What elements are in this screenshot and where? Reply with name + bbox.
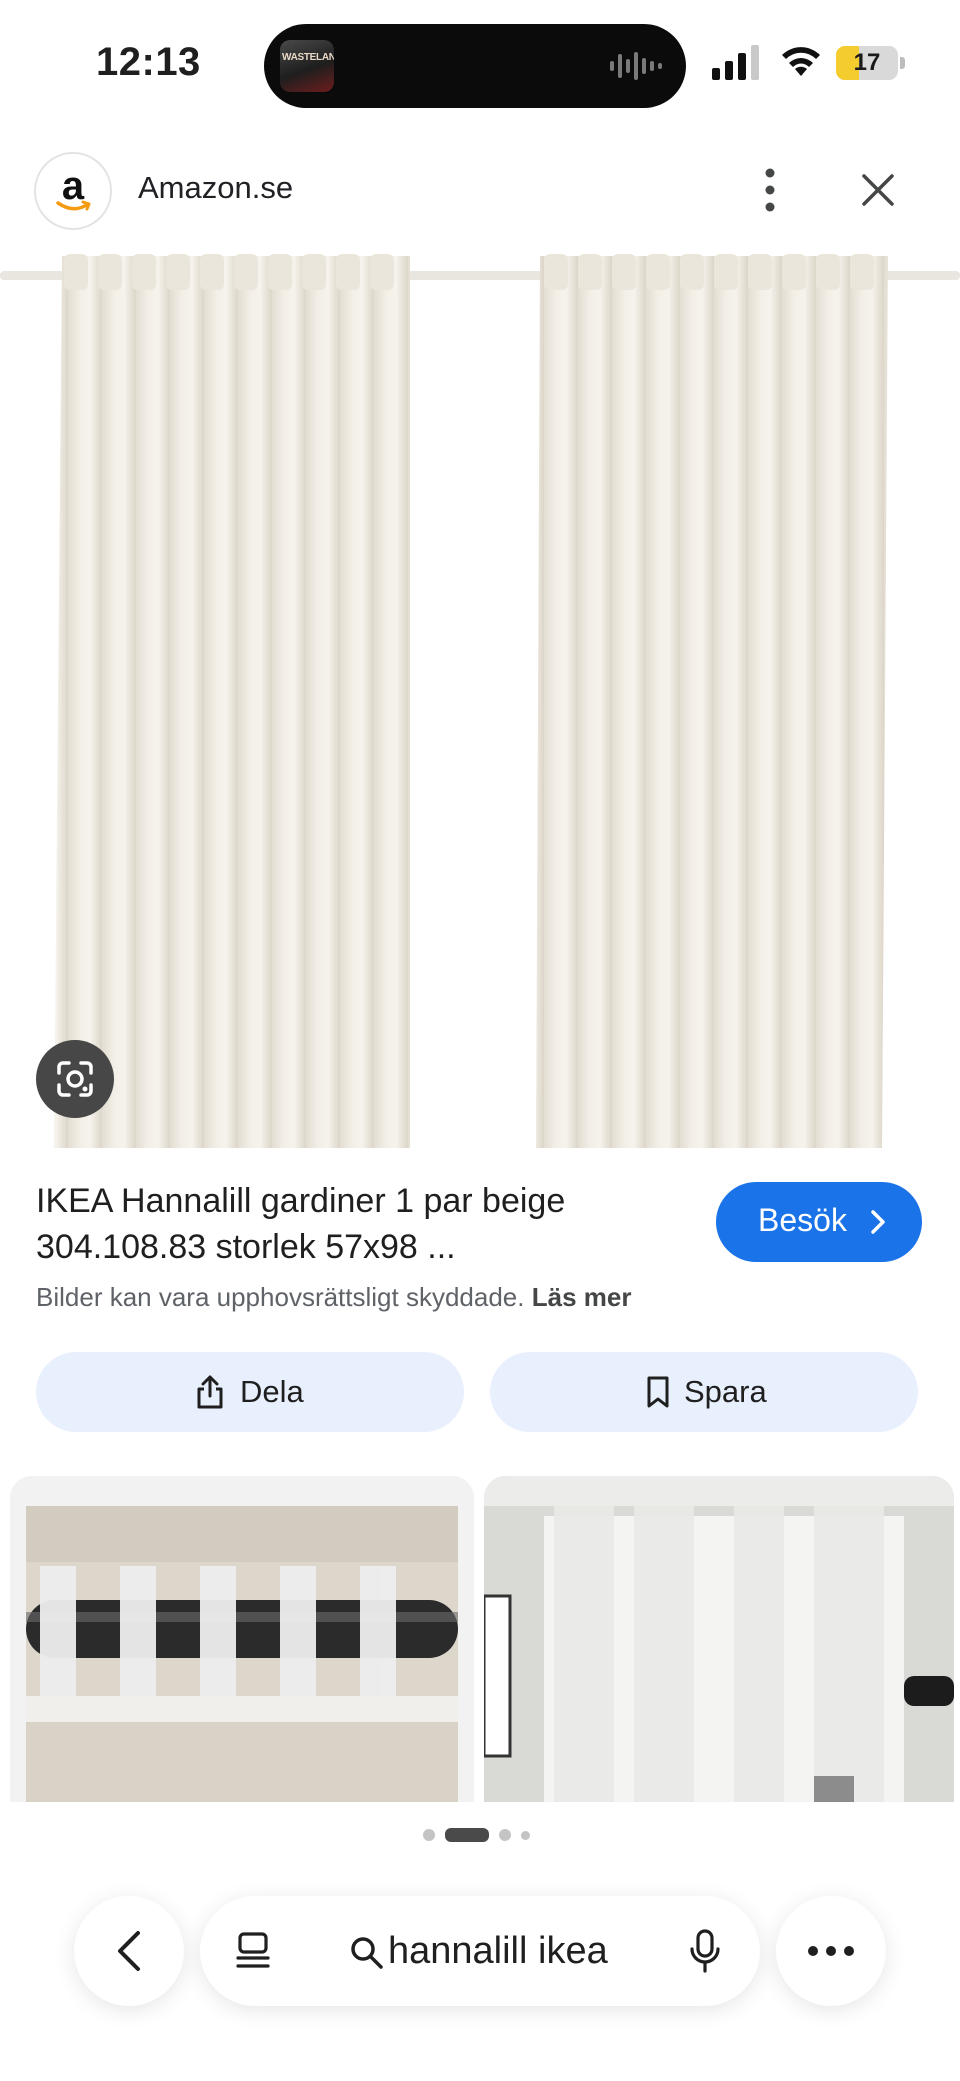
source-site-name[interactable]: Amazon.se [138, 170, 293, 206]
pager-dot[interactable] [499, 1829, 511, 1841]
tabs-icon [236, 1932, 270, 1968]
share-button[interactable]: Dela [36, 1352, 464, 1432]
related-image-card[interactable] [484, 1476, 954, 1802]
wifi-icon [782, 47, 820, 76]
more-vert-icon[interactable] [752, 164, 788, 216]
visit-button[interactable]: Besök [716, 1182, 922, 1262]
battery-cap [900, 57, 905, 69]
copyright-disclaimer: Bilder kan vara upphovsrättsligt skyddad… [36, 1282, 631, 1313]
more-options-button[interactable] [776, 1896, 886, 2006]
amazon-logo[interactable]: a [34, 152, 112, 230]
image-pager [0, 1822, 960, 1846]
disclaimer-text: Bilder kan vara upphovsrättsligt skyddad… [36, 1282, 525, 1312]
amazon-smile-icon [56, 200, 91, 211]
now-playing-artwork: WASTELAND [280, 40, 334, 92]
search-bar[interactable]: hannalill ikea [200, 1896, 760, 2006]
share-icon [197, 1375, 223, 1409]
close-icon[interactable] [856, 168, 900, 212]
battery-body: 17 [836, 46, 898, 80]
source-header: a Amazon.se [0, 140, 960, 240]
cellular-signal-icon [712, 45, 759, 80]
search-icon [351, 1937, 383, 1969]
related-image-card[interactable] [10, 1476, 474, 1802]
bookmark-icon [647, 1376, 669, 1408]
dynamic-island[interactable]: WASTELAND [264, 24, 686, 108]
curtain-illustration [0, 254, 960, 1148]
now-playing-art-text: WASTELAND [282, 52, 334, 63]
mic-icon[interactable] [688, 1928, 722, 1974]
pager-dot[interactable] [521, 1831, 530, 1840]
status-time: 12:13 [96, 40, 201, 84]
bottom-toolbar: hannalill ikea [0, 1880, 960, 2081]
google-lens-button[interactable] [36, 1040, 114, 1118]
learn-more-link[interactable]: Läs mer [532, 1282, 632, 1312]
search-query[interactable]: hannalill ikea [388, 1930, 608, 1973]
back-button[interactable] [74, 1896, 184, 2006]
audio-waveform-icon [610, 52, 662, 80]
room-curtains-illustration [484, 1476, 954, 1802]
share-button-label: Dela [240, 1374, 304, 1409]
google-lens-icon [57, 1061, 93, 1097]
save-button-label: Spara [684, 1374, 767, 1409]
result-title[interactable]: IKEA Hannalill gardiner 1 par beige 304.… [36, 1178, 676, 1270]
pager-dot[interactable] [423, 1829, 435, 1841]
pager-dot-active[interactable] [445, 1828, 489, 1842]
visit-button-label: Besök [758, 1202, 847, 1238]
product-image[interactable] [0, 242, 960, 1148]
more-horiz-icon [808, 1946, 854, 1956]
status-bar: 12:13 WASTELAND 17 [0, 0, 960, 130]
save-button[interactable]: Spara [490, 1352, 918, 1432]
chevron-left-icon [118, 1931, 140, 1971]
battery-level: 17 [853, 49, 881, 76]
related-images [0, 1476, 960, 1802]
chevron-right-icon [871, 1210, 885, 1234]
curtain-hooks-illustration [10, 1476, 474, 1802]
battery-indicator: 17 [836, 46, 906, 80]
